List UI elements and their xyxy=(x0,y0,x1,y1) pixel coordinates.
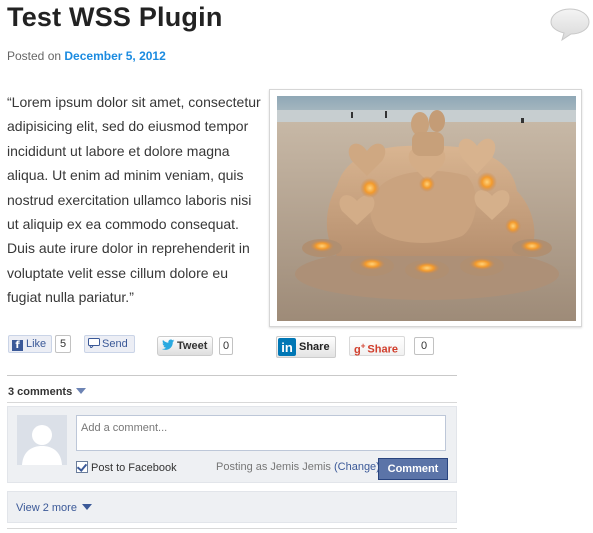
google-plus-share-button[interactable]: g+ Share xyxy=(349,336,405,356)
linkedin-share-button[interactable]: in Share xyxy=(276,336,336,358)
post-meta: Posted on December 5, 2012 xyxy=(7,49,166,63)
checkbox-checked-icon[interactable] xyxy=(76,461,88,473)
tweet-label: Tweet xyxy=(177,340,208,352)
chevron-down-icon xyxy=(81,504,92,510)
posting-as-label: Posting as Jemis Jemis xyxy=(216,461,334,473)
comments-count-toggle[interactable]: 3 comments xyxy=(8,386,87,398)
tweet-button[interactable]: Tweet xyxy=(157,336,214,356)
post-quote: “Lorem ipsum dolor sit amet, consectetur… xyxy=(7,94,261,306)
linkedin-icon: in xyxy=(278,338,296,356)
google-plus-icon: g+ xyxy=(354,341,366,356)
facebook-send-button[interactable]: Send xyxy=(84,335,135,353)
sand-sculpture-image xyxy=(277,96,576,321)
comment-submit-button[interactable]: Comment xyxy=(378,458,448,480)
post-to-facebook-checkbox[interactable]: Post to Facebook xyxy=(76,461,177,474)
tweet-count: 0 xyxy=(219,337,234,355)
post-date-link[interactable]: December 5, 2012 xyxy=(64,49,165,63)
post-to-facebook-label: Post to Facebook xyxy=(91,462,177,474)
posted-prefix: Posted on xyxy=(7,49,65,63)
view-more-link[interactable]: View 2 more xyxy=(16,502,92,514)
sand-sculpture-photo xyxy=(269,89,582,327)
facebook-like-count: 5 xyxy=(55,335,72,353)
facebook-like-label: Like xyxy=(26,338,47,350)
post-title[interactable]: Test WSS Plugin xyxy=(7,2,223,33)
avatar xyxy=(17,415,67,465)
facebook-icon: f xyxy=(12,340,23,351)
default-avatar-icon xyxy=(17,415,67,465)
divider xyxy=(7,528,457,529)
change-account-link[interactable]: (Change) xyxy=(334,461,380,473)
divider xyxy=(7,402,457,403)
google-plus-share-label: Share xyxy=(367,343,398,356)
twitter-bird-icon xyxy=(161,339,175,350)
chevron-down-icon xyxy=(76,388,87,394)
google-plus-count: 0 xyxy=(414,337,435,355)
view-more-label: View 2 more xyxy=(16,502,77,514)
facebook-send-label: Send xyxy=(102,338,128,350)
posting-as-text: Posting as Jemis Jemis (Change) xyxy=(216,461,380,473)
comment-input[interactable]: Add a comment... xyxy=(76,415,446,451)
linkedin-share-label: Share xyxy=(299,341,330,353)
comments-count-label: 3 comments xyxy=(8,386,73,398)
divider xyxy=(7,375,457,376)
send-icon xyxy=(88,338,100,349)
facebook-like-button[interactable]: f Like xyxy=(8,335,53,353)
speech-bubble-icon[interactable] xyxy=(548,6,592,42)
